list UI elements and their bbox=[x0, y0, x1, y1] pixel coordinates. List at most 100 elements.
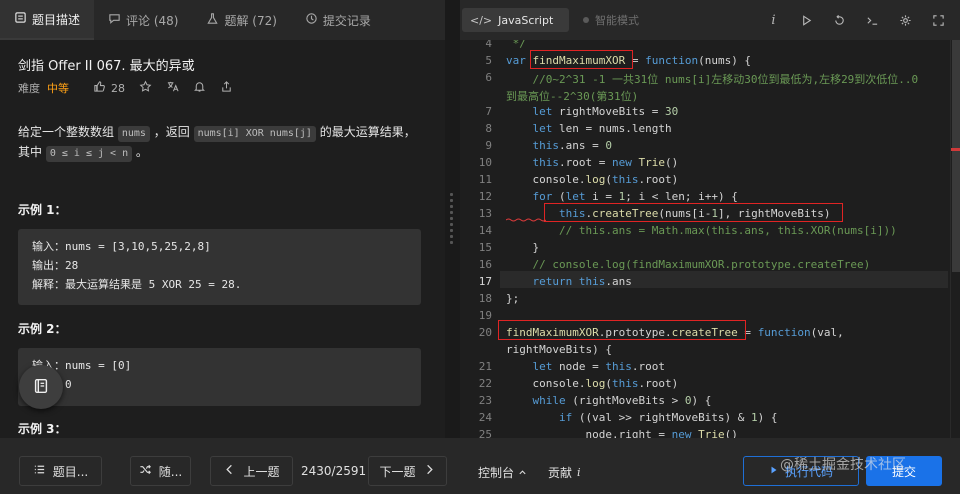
thumbs-up-icon bbox=[93, 80, 106, 96]
notes-floating-button[interactable] bbox=[19, 365, 63, 409]
code-line: rightMoveBits) { bbox=[506, 343, 612, 356]
share-icon[interactable] bbox=[220, 80, 233, 96]
editor-scrollbar[interactable] bbox=[950, 40, 960, 438]
line-number: 21 bbox=[478, 360, 492, 373]
editor-toolbar: </> JavaScript 智能模式 i bbox=[460, 0, 960, 40]
contribute-button[interactable]: 贡献 i bbox=[548, 464, 581, 481]
prev-problem-button[interactable]: 上一题 bbox=[210, 456, 293, 486]
settings-icon[interactable] bbox=[898, 13, 913, 28]
inline-code: nums[i] XOR nums[j] bbox=[193, 126, 316, 142]
annotation-box bbox=[544, 203, 843, 222]
example-heading: 示例 3： bbox=[18, 422, 67, 436]
info-icon[interactable]: i bbox=[766, 13, 781, 28]
example-box: 输入：nums = [3,10,5,25,2,8] 输出：28 解释：最大运算结… bbox=[18, 229, 421, 305]
problem-panel: 剑指 Offer II 067. 最大的异或 难度 中等 28 给定一个整数数组… bbox=[0, 40, 445, 438]
annotation-box bbox=[530, 50, 633, 69]
line-number: 20 bbox=[478, 326, 492, 339]
shuffle-icon bbox=[139, 463, 152, 479]
random-button[interactable]: 随... bbox=[130, 456, 191, 486]
bell-icon[interactable] bbox=[193, 80, 206, 96]
line-number: 13 bbox=[478, 207, 492, 220]
drag-handle-icon bbox=[450, 193, 454, 247]
play-icon bbox=[769, 464, 779, 478]
tab-description[interactable]: 题目描述 bbox=[0, 0, 95, 40]
line-number: 25 bbox=[478, 428, 492, 438]
next-label: 下一题 bbox=[379, 464, 416, 479]
line-number: 7 bbox=[485, 105, 492, 118]
play-icon[interactable] bbox=[799, 13, 814, 28]
code-editor[interactable]: 4 */5 var findMaximumXOR = function(nums)… bbox=[460, 40, 960, 438]
problem-meta: 难度 中等 28 bbox=[18, 80, 233, 96]
code-line: console.log(this.root) bbox=[506, 377, 679, 390]
line-number: 16 bbox=[478, 258, 492, 271]
line-number: 18 bbox=[478, 292, 492, 305]
info-icon: i bbox=[577, 466, 581, 479]
toggle-dot-icon bbox=[583, 17, 589, 23]
code-line: */ bbox=[506, 40, 526, 50]
prev-label: 上一题 bbox=[243, 464, 280, 479]
problem-list-label: 题目... bbox=[52, 464, 89, 479]
example-line: 输入：nums = [0] bbox=[32, 359, 132, 372]
code-line: 到最高位--2^30(第31位) bbox=[506, 90, 639, 103]
tab-comments[interactable]: 评论 (48) bbox=[94, 0, 192, 40]
panel-resizer[interactable] bbox=[445, 0, 460, 438]
reset-icon[interactable] bbox=[832, 13, 847, 28]
example-box: 输入：nums = [0] 输出：0 bbox=[18, 348, 421, 406]
inline-code: nums bbox=[117, 126, 150, 142]
star-icon[interactable] bbox=[139, 80, 152, 96]
code-line: // this.ans = Math.max(this.ans, this.XO… bbox=[558, 224, 897, 237]
list-icon bbox=[33, 463, 46, 479]
line-number: 24 bbox=[478, 411, 492, 424]
code-line: } bbox=[506, 241, 540, 254]
tab-label: 题目描述 bbox=[32, 12, 81, 27]
random-label: 随... bbox=[158, 464, 183, 479]
language-value: JavaScript bbox=[498, 13, 554, 27]
annotation-box bbox=[498, 320, 746, 340]
difficulty-label: 难度 中等 bbox=[18, 82, 69, 95]
example-heading: 示例 1： bbox=[18, 203, 67, 217]
next-problem-button[interactable]: 下一题 bbox=[368, 456, 447, 486]
code-line: while (rightMoveBits > 0) { bbox=[532, 394, 712, 407]
example-line: 输出：0 bbox=[32, 375, 407, 394]
scrollbar-thumb[interactable] bbox=[952, 40, 960, 272]
editor-actions: i bbox=[766, 13, 960, 28]
language-select[interactable]: </> JavaScript bbox=[462, 8, 569, 32]
watermark: @稀土掘金技术社区 bbox=[780, 457, 906, 473]
code-line: let node = this.root bbox=[532, 360, 665, 373]
flask-icon bbox=[206, 12, 219, 28]
smart-mode-toggle[interactable]: 智能模式 bbox=[583, 12, 639, 28]
like-button[interactable]: 28 bbox=[93, 80, 125, 96]
console-toggle[interactable]: 控制台 bbox=[478, 464, 527, 481]
tab-label: 评论 (48) bbox=[126, 13, 179, 28]
fullscreen-icon[interactable] bbox=[931, 13, 946, 28]
terminal-icon[interactable] bbox=[865, 13, 880, 28]
code-line: this.root = new Trie() bbox=[532, 156, 679, 169]
left-tab-bar: 题目描述 评论 (48) 题解 (72) 提交记录 bbox=[0, 0, 445, 40]
tab-submissions[interactable]: 提交记录 bbox=[291, 0, 385, 40]
document-icon bbox=[14, 11, 27, 27]
translate-icon[interactable] bbox=[166, 80, 179, 96]
line-number: 8 bbox=[485, 122, 492, 135]
tab-solutions[interactable]: 题解 (72) bbox=[192, 0, 290, 40]
like-count: 28 bbox=[111, 81, 125, 95]
line-number: 23 bbox=[478, 394, 492, 407]
line-number: 10 bbox=[478, 156, 492, 169]
problem-list-button[interactable]: 题目... bbox=[19, 456, 102, 486]
code-line: console.log(this.root) bbox=[506, 173, 679, 186]
code-line: // console.log(findMaximumXOR.prototype.… bbox=[532, 258, 871, 271]
example-line: 输出：28 bbox=[32, 259, 79, 272]
line-number: 11 bbox=[478, 173, 492, 186]
code-line: //0~2^31 -1 一共31位 nums[i]左移动30位到最低为,左移29… bbox=[532, 73, 919, 86]
error-squiggle bbox=[506, 218, 546, 222]
line-number: 17 bbox=[478, 275, 492, 288]
difficulty-value: 中等 bbox=[47, 82, 69, 95]
code-line: let len = nums.length bbox=[532, 122, 672, 135]
tab-label: 题解 (72) bbox=[224, 13, 277, 28]
contribute-label: 贡献 bbox=[548, 466, 573, 480]
example-line: 解释：最大运算结果是 5 XOR 25 = 28. bbox=[32, 278, 242, 291]
line-number: 22 bbox=[478, 377, 492, 390]
tab-label: 提交记录 bbox=[322, 13, 371, 28]
smart-mode-label: 智能模式 bbox=[595, 14, 639, 27]
code-line: this.ans = 0 bbox=[532, 139, 612, 152]
bottom-bar: 题目... 随... 上一题 2430/2591 下一题 控制台 贡献 i 执行… bbox=[0, 438, 960, 494]
